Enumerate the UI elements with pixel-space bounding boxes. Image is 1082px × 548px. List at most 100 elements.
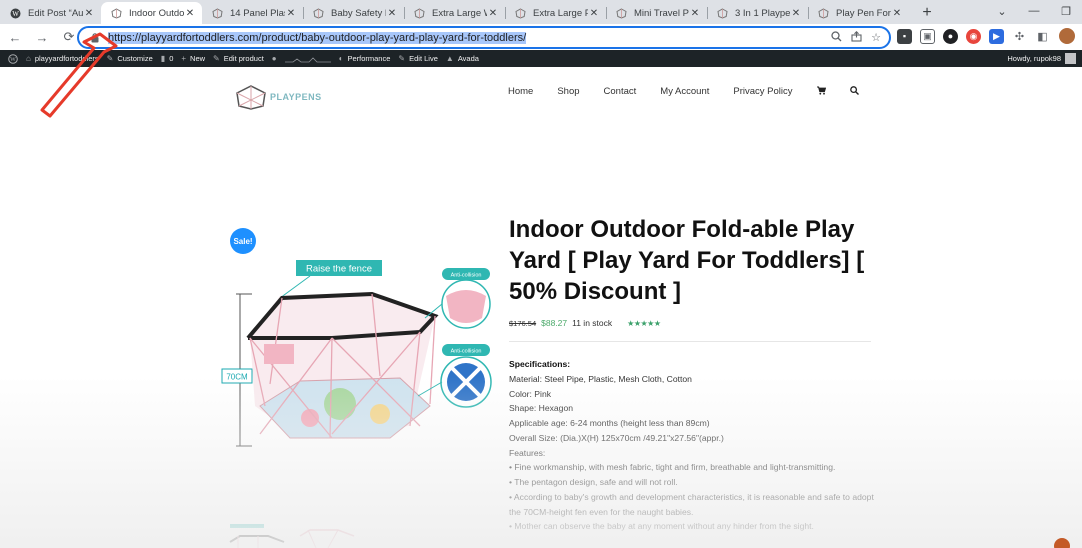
browser-tab[interactable]: 3 In 1 Playpen ✕ xyxy=(707,2,808,24)
pencil-icon: ✎ xyxy=(213,54,220,63)
share-icon[interactable] xyxy=(851,30,862,45)
tab-title: Play Pen For K xyxy=(836,7,891,19)
adminbar-edit-live[interactable]: ✎ Edit Live xyxy=(398,54,437,63)
annotation-arrow-icon xyxy=(40,32,118,118)
spec-line: Features: xyxy=(509,447,546,458)
close-icon[interactable]: ✕ xyxy=(184,8,196,19)
nav-my-account[interactable]: My Account xyxy=(660,86,709,98)
browser-tab[interactable]: Extra Large Pl ✕ xyxy=(505,2,606,24)
spec-line: Color: Pink xyxy=(509,388,552,399)
wordpress-icon: W xyxy=(8,53,18,64)
thumbnail-2[interactable] xyxy=(298,522,356,548)
close-icon[interactable]: ✕ xyxy=(285,8,297,19)
browser-tab[interactable]: Extra Large W ✕ xyxy=(404,2,505,24)
spec-line: Shape: Hexagon xyxy=(509,403,574,414)
close-icon[interactable]: ✕ xyxy=(689,8,701,19)
spec-line: Overall Size: (Dia.)X(H) 125x70cm /49.21… xyxy=(509,432,724,443)
user-avatar xyxy=(1065,53,1076,64)
back-button[interactable]: ← xyxy=(3,25,27,49)
tab-title: Extra Large Pl xyxy=(533,7,588,19)
feature-item: • Fine workmanship, with mesh fabric, ti… xyxy=(509,462,836,473)
nav-home[interactable]: Home xyxy=(508,86,533,98)
feature-item: • According to baby's growth and develop… xyxy=(509,491,874,517)
new-tab-button[interactable]: + xyxy=(915,2,939,24)
close-icon[interactable]: ✕ xyxy=(588,8,600,19)
regular-price: $176.54 xyxy=(509,318,537,328)
tab-title: 3 In 1 Playpen xyxy=(735,7,790,19)
close-icon[interactable]: ✕ xyxy=(891,8,903,19)
search-icon[interactable] xyxy=(849,86,859,98)
avada-icon: ▲ xyxy=(445,54,454,63)
puzzle-icon[interactable]: ✣ xyxy=(1012,28,1027,44)
wp-admin-bar: W ⌂ playyardfortoddlers ✎ Customize ▮ 0 + Ne… xyxy=(0,50,1082,67)
main-nav: Home Shop Contact My Account Privacy Pol… xyxy=(508,86,859,98)
plus-icon: + xyxy=(181,54,187,63)
floating-badge[interactable] xyxy=(1054,538,1070,548)
cart-icon[interactable] xyxy=(816,86,826,98)
sale-badge: Sale! xyxy=(230,228,256,254)
nav-shop[interactable]: Shop xyxy=(557,86,579,98)
browser-tab[interactable]: Indoor Outdo ✕ xyxy=(101,2,202,24)
playpen-logo-icon xyxy=(236,85,266,110)
adminbar-avada[interactable]: ▲ Avada xyxy=(446,54,479,63)
product-thumbnails xyxy=(228,522,356,548)
browser-tab[interactable]: W Edit Post “Autu✕ xyxy=(0,2,101,24)
nav-privacy-policy[interactable]: Privacy Policy xyxy=(733,86,792,98)
browser-tab[interactable]: Baby Safety R ✕ xyxy=(303,2,404,24)
adminbar-account[interactable]: Howdy, rupok98 xyxy=(1007,53,1076,64)
browser-toolbar: ← → ⟳ https://playyardfortoddlers.com/pr… xyxy=(0,24,1082,50)
browser-tab[interactable]: 14 Panel Plasti✕ xyxy=(202,2,303,24)
url-text[interactable]: https://playyardfortoddlers.com/product/… xyxy=(108,31,527,44)
extension-icon[interactable]: ◉ xyxy=(966,28,981,44)
adminbar-sparkline[interactable] xyxy=(284,55,331,63)
wp-logo-menu[interactable]: W xyxy=(8,53,18,64)
adminbar-stats-icon[interactable]: ● xyxy=(272,54,277,63)
address-bar[interactable]: https://playyardfortoddlers.com/product/… xyxy=(77,26,891,49)
extensions-area: ▪ ▣ ● ◉ ▶ ✣ ◧ xyxy=(897,27,1076,45)
close-icon[interactable]: ✕ xyxy=(487,8,499,19)
site-logo[interactable]: PLAYPENS xyxy=(235,84,322,110)
extension-icon[interactable]: ▪ xyxy=(897,28,912,44)
adminbar-comments[interactable]: ▮ 0 xyxy=(161,54,174,63)
browser-tab[interactable]: Play Pen For K✕ xyxy=(808,2,909,24)
close-icon[interactable]: ✕ xyxy=(790,8,802,19)
extension-icon[interactable]: ● xyxy=(943,28,958,44)
playpen-favicon xyxy=(414,7,425,19)
nav-contact[interactable]: Contact xyxy=(604,86,637,98)
playpen-favicon xyxy=(818,7,829,19)
playpen-favicon xyxy=(717,7,728,19)
bookmark-star-icon[interactable]: ☆ xyxy=(871,31,881,45)
playpen-favicon xyxy=(616,7,627,19)
tab-title: Mini Travel Pla xyxy=(634,7,689,19)
product-title: Indoor Outdoor Fold-able Play Yard [ Pla… xyxy=(509,216,865,305)
adminbar-edit-product[interactable]: ✎ Edit product xyxy=(213,54,264,63)
profile-avatar[interactable] xyxy=(1058,27,1076,45)
tab-title: 14 Panel Plasti xyxy=(230,7,285,19)
tab-search-icon[interactable]: ⌄ xyxy=(986,0,1018,22)
price-row: $176.54 $88.27 11 in stock ★★★★★ xyxy=(509,318,661,328)
minimize-icon[interactable]: — xyxy=(1018,0,1050,22)
extension-icon[interactable]: ▣ xyxy=(920,28,935,44)
product-image[interactable]: 70CM Raise the fence Anti-collision Anti… xyxy=(220,256,492,468)
close-icon[interactable]: ✕ xyxy=(83,8,95,19)
thumbnail-1[interactable] xyxy=(228,522,286,548)
restore-icon[interactable]: ❐ xyxy=(1050,0,1082,22)
anti-collision-label-1: Anti-collision xyxy=(451,273,482,279)
tab-title: Baby Safety R xyxy=(331,7,386,19)
side-panel-icon[interactable]: ◧ xyxy=(1035,28,1050,44)
adminbar-new[interactable]: + New xyxy=(181,54,205,63)
tab-strip: WEdit Post “Autu✕Indoor Outdo✕14 Panel P… xyxy=(0,0,1082,24)
adminbar-performance[interactable]: ◐ Performance xyxy=(339,54,391,63)
divider xyxy=(509,341,871,342)
height-label: 70CM xyxy=(226,373,248,382)
video-extension-icon[interactable]: ▶ xyxy=(989,28,1004,44)
search-icon[interactable] xyxy=(831,30,842,45)
status-dot-icon: ● xyxy=(271,54,277,63)
comment-icon: ▮ xyxy=(160,54,166,63)
rating-stars[interactable]: ★★★★★ xyxy=(627,319,661,328)
browser-tab[interactable]: Mini Travel Pla✕ xyxy=(606,2,707,24)
logo-text: PLAYPENS xyxy=(270,92,322,102)
feature-item: • Mother can observe the baby at any mom… xyxy=(509,521,814,532)
tab-title: Edit Post “Autu xyxy=(28,7,83,19)
close-icon[interactable]: ✕ xyxy=(386,8,398,19)
